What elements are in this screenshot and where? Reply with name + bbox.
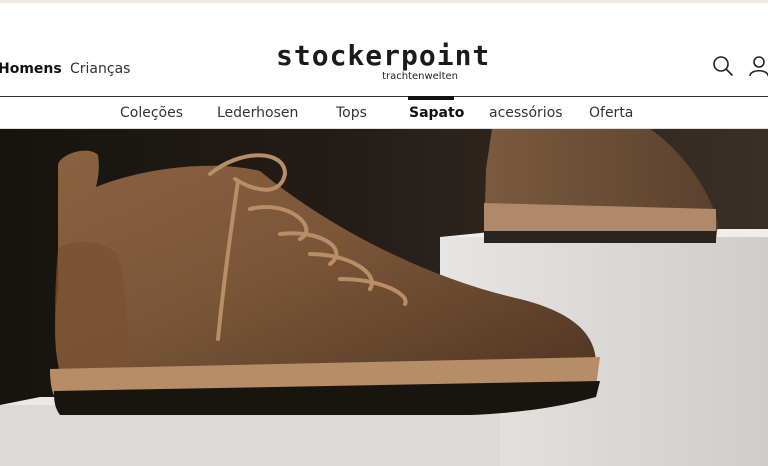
gender-tab-kids[interactable]: Crianças	[70, 61, 130, 77]
user-icon[interactable]	[748, 55, 768, 77]
hero-banner[interactable]	[0, 129, 768, 466]
logo-tagline: trachtenwelten	[382, 71, 458, 82]
main-nav: Coleções Lederhosen Tops Sapato acessóri…	[0, 96, 768, 129]
nav-item-oferta[interactable]: Oferta	[589, 104, 633, 122]
nav-item-colecoes[interactable]: Coleções	[120, 104, 183, 122]
gender-tab-men[interactable]: Homens	[0, 61, 62, 77]
nav-active-indicator	[408, 96, 454, 100]
nav-item-acessorios[interactable]: acessórios	[489, 104, 563, 122]
site-header: Homens Crianças stockerpoint trachtenwel…	[0, 3, 768, 96]
hero-shoe-illustration	[0, 129, 768, 466]
site-logo[interactable]: stockerpoint trachtenwelten	[276, 41, 489, 87]
nav-item-tops[interactable]: Tops	[336, 104, 367, 122]
nav-item-lederhosen[interactable]: Lederhosen	[217, 104, 298, 122]
logo-wordmark: stockerpoint	[276, 39, 491, 72]
search-icon[interactable]	[712, 55, 734, 77]
nav-item-sapato[interactable]: Sapato	[409, 104, 464, 122]
